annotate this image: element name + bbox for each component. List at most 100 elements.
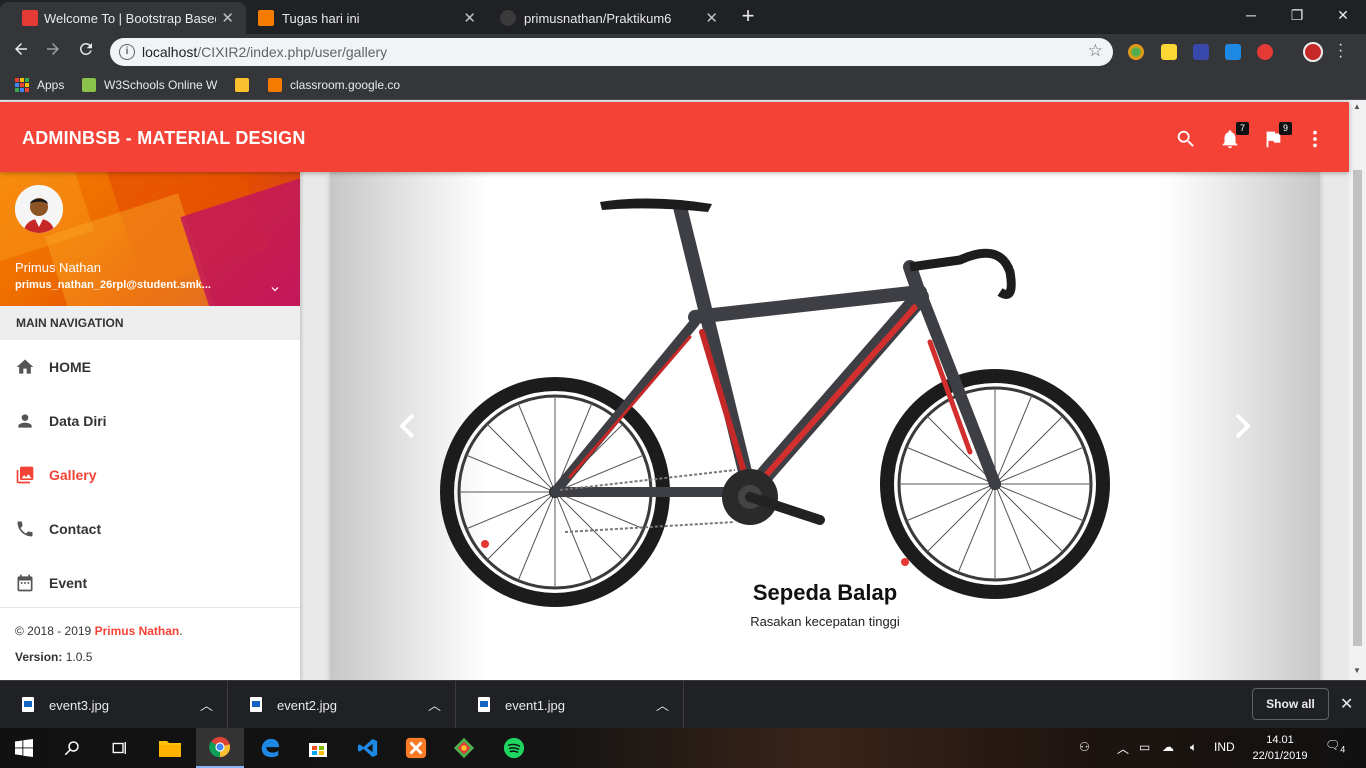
chrome-icon: [209, 736, 231, 758]
network-icon[interactable]: ☁: [1162, 740, 1174, 754]
task-view-button[interactable]: [96, 728, 144, 768]
close-tab-icon[interactable]: ✕: [221, 9, 234, 27]
show-all-downloads-button[interactable]: Show all: [1252, 688, 1329, 720]
classroom-favicon-icon: [258, 10, 274, 26]
site-info-icon[interactable]: i: [119, 44, 135, 60]
download-item[interactable]: event3.jpg ︿: [0, 681, 228, 729]
scroll-down-icon[interactable]: ▼: [1353, 666, 1361, 675]
page-scrollbar[interactable]: ▲ ▼: [1349, 100, 1366, 680]
image-file-icon: [250, 697, 262, 712]
forward-button[interactable]: [40, 39, 66, 65]
system-clock[interactable]: 14.01 22/01/2019: [1250, 732, 1310, 764]
restore-window-button[interactable]: ❐: [1274, 0, 1320, 30]
bookmark-classroom[interactable]: classroom.google.co: [268, 77, 408, 93]
nav-item-data-diri[interactable]: Data Diri: [0, 394, 300, 448]
url-path: /CIXIR2/index.php/user/gallery: [197, 44, 388, 60]
nav-item-home[interactable]: HOME: [0, 340, 300, 394]
app-top-bar: ADMINBSB - MATERIAL DESIGN 7 9: [0, 102, 1349, 172]
author-link[interactable]: Primus Nathan: [95, 624, 180, 638]
close-window-button[interactable]: ✕: [1320, 0, 1366, 30]
spotify-taskbar-button[interactable]: [490, 728, 538, 768]
battery-icon[interactable]: ▭: [1139, 740, 1150, 754]
bookmark-label: W3Schools Online W: [104, 78, 218, 92]
clock-date: 22/01/2019: [1252, 750, 1308, 762]
chevron-up-icon[interactable]: ︿: [428, 695, 441, 714]
browser-tab[interactable]: primusnathan/Praktikum6 ✕: [488, 2, 730, 34]
close-tab-icon[interactable]: ✕: [705, 9, 718, 27]
spotify-icon: [503, 737, 525, 759]
back-button[interactable]: [8, 39, 34, 65]
close-tab-icon[interactable]: ✕: [463, 9, 476, 27]
download-item[interactable]: event1.jpg ︿: [456, 681, 684, 729]
user-info-panel: Primus Nathan primus_nathan_26rpl@studen…: [0, 172, 300, 306]
store-taskbar-button[interactable]: [294, 728, 342, 768]
scroll-up-icon[interactable]: ▲: [1353, 102, 1361, 111]
scrollbar-thumb[interactable]: [1353, 170, 1362, 646]
user-avatar[interactable]: [15, 185, 63, 233]
more-vert-icon: [1313, 130, 1317, 148]
browser-tab-active[interactable]: Welcome To | Bootstrap Based Ad ✕: [0, 2, 246, 34]
vscode-taskbar-button[interactable]: [344, 728, 392, 768]
carousel-prev-button[interactable]: [396, 412, 420, 440]
forward-arrow-icon: [47, 43, 59, 55]
task-view-icon: [112, 742, 126, 754]
chevron-down-icon[interactable]: [268, 282, 282, 296]
nav-item-label: Contact: [49, 521, 102, 537]
w3schools-icon: [82, 78, 96, 92]
tab-title: primusnathan/Praktikum6: [524, 10, 672, 26]
language-indicator[interactable]: IND: [1214, 740, 1235, 754]
volume-icon[interactable]: 🔈︎: [1190, 740, 1197, 755]
home-icon: [16, 359, 34, 374]
new-tab-button[interactable]: +: [736, 5, 760, 29]
chevron-up-icon[interactable]: ︿: [200, 695, 213, 714]
people-icon[interactable]: ⚇: [1079, 740, 1090, 754]
bookmark-label: classroom.google.co: [290, 78, 401, 92]
reload-button[interactable]: [73, 39, 99, 65]
bookmark-apps[interactable]: Apps: [15, 77, 64, 93]
tab-title: Welcome To | Bootstrap Based Ad: [44, 10, 216, 26]
extension-adblock-icon[interactable]: [1257, 44, 1273, 60]
chrome-menu-icon[interactable]: · · ·: [1338, 37, 1343, 65]
action-center-icon[interactable]: 🗨︎4: [1325, 738, 1345, 754]
browser-toolbar: i localhost/CIXIR2/index.php/user/galler…: [0, 34, 1366, 70]
bookmark-w3schools[interactable]: W3Schools Online W: [82, 77, 222, 93]
search-taskbar-button[interactable]: [48, 728, 96, 768]
bookmark-star-icon[interactable]: ☆: [1088, 41, 1103, 61]
chrome-taskbar-button[interactable]: [196, 728, 244, 768]
nav-item-event[interactable]: Event: [0, 556, 300, 610]
extension-info-icon[interactable]: [1225, 44, 1241, 60]
copyright-text: © 2018 - 2019: [15, 624, 92, 638]
address-bar[interactable]: i localhost/CIXIR2/index.php/user/galler…: [110, 38, 1113, 66]
person-icon: [18, 414, 32, 428]
carousel-next-button[interactable]: [1230, 412, 1254, 440]
bookmark-label: Apps: [37, 78, 65, 92]
download-item[interactable]: event2.jpg ︿: [228, 681, 456, 729]
user-photo-icon: [15, 185, 63, 233]
chevron-up-icon[interactable]: ︿: [656, 695, 669, 714]
extension-v-icon[interactable]: [1161, 44, 1177, 60]
app-brand[interactable]: ADMINBSB - MATERIAL DESIGN: [22, 128, 306, 149]
edge-taskbar-button[interactable]: [246, 728, 294, 768]
xampp-taskbar-button[interactable]: [392, 728, 440, 768]
start-button[interactable]: [0, 728, 48, 768]
notifications-button[interactable]: 7: [1219, 122, 1249, 150]
chevron-up-icon[interactable]: ︿: [1117, 740, 1129, 757]
extension-icon[interactable]: [1128, 44, 1144, 60]
bookmark-google-classroom[interactable]: [235, 77, 257, 93]
extension-u-icon[interactable]: [1193, 44, 1209, 60]
close-downloads-icon[interactable]: ✕: [1340, 694, 1353, 714]
search-button[interactable]: [1175, 128, 1197, 150]
classroom-icon: [268, 78, 282, 92]
nav-header: MAIN NAVIGATION: [0, 306, 300, 340]
carousel-slide: Sepeda Balap Rasakan kecepatan tinggi: [330, 172, 1320, 680]
more-options-button[interactable]: [1304, 128, 1326, 150]
nav-item-gallery[interactable]: Gallery: [0, 448, 300, 502]
minimize-window-button[interactable]: ─: [1228, 0, 1274, 30]
file-explorer-button[interactable]: [146, 728, 194, 768]
git-taskbar-button[interactable]: [440, 728, 488, 768]
chrome-profile-avatar[interactable]: [1303, 42, 1323, 62]
browser-tab[interactable]: Tugas hari ini ✕: [246, 2, 488, 34]
nav-item-contact[interactable]: Contact: [0, 502, 300, 556]
tasks-button[interactable]: 9: [1262, 122, 1292, 150]
search-icon: [64, 741, 79, 756]
